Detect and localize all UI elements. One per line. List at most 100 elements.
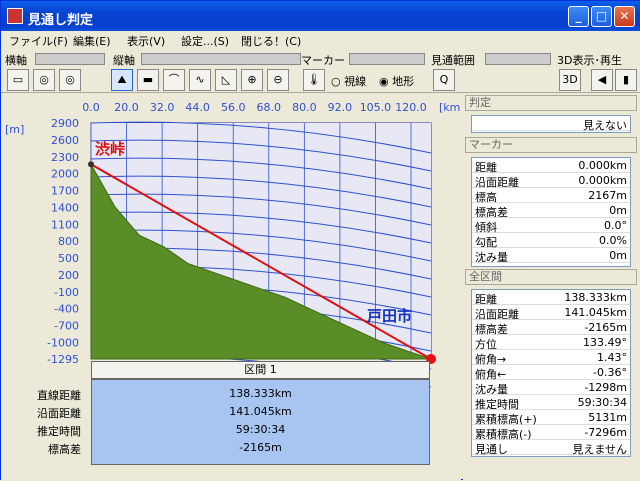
segment-value-elev: -2165m xyxy=(239,441,282,454)
zoom-in-icon[interactable]: ◎ xyxy=(33,69,55,91)
range-label: 見通範囲 xyxy=(431,54,475,67)
vertical-axis-slider[interactable] xyxy=(141,53,301,65)
window-title: 見通し判定 xyxy=(28,13,94,28)
marker-slider[interactable] xyxy=(349,53,425,65)
x-tick-label: 56.0 xyxy=(221,101,246,114)
horizontal-axis-label: 横軸 xyxy=(5,54,27,67)
radio-line-of-sight-label: 視線 xyxy=(344,75,367,88)
x-tick-label: 44.0 xyxy=(185,101,210,114)
segment-value-surface: 141.045km xyxy=(229,405,292,418)
segment-label-elev: 標高差 xyxy=(48,443,81,456)
y-tick-label: -1295 xyxy=(47,353,79,366)
toolbar: 横軸 縦軸 マーカー 見通範囲 3D表示･再生 ▭ ◎ ◎ ⛰ ▬ ⌒ ∿ ◺ … xyxy=(1,49,640,93)
y-tick-label: 1400 xyxy=(51,201,79,214)
zoom-reset-icon[interactable]: ▭ xyxy=(7,69,29,91)
vertical-axis-label: 縦軸 xyxy=(113,54,135,67)
all-box: 距離 138.333km 沿面距離 141.045km 標高差 -2165m 方位 133.4… xyxy=(471,289,631,457)
menu-edit[interactable]: 編集(E) xyxy=(73,33,111,49)
judge-box: 見えない xyxy=(471,115,631,133)
marker-row: 傾斜 0.0° xyxy=(472,218,630,234)
title-bar: 見通し判定 _ □ ✕ xyxy=(1,1,640,31)
view-3d-label: 3D xyxy=(562,73,578,86)
terrain-icon[interactable]: ⛰ xyxy=(111,69,133,91)
all-row: 沿面距離 141.045km xyxy=(472,305,630,321)
menu-bar: ファイル(F) 編集(E) 表示(V) 設定...(S) 閉じる！(C) xyxy=(1,31,640,49)
y-tick-label: 2300 xyxy=(51,151,79,164)
y-tick-label: -400 xyxy=(54,303,79,316)
right-panel: 判定 見えない マーカー 距離 0.000km 沿面距離 0.000km 標高 2167m… xyxy=(463,93,640,481)
judge-value: 見えない xyxy=(583,119,627,132)
play-forward-icon[interactable]: ▮ xyxy=(615,69,637,91)
marker-row: 距離 0.000km xyxy=(472,158,630,174)
marker-row: 沈み量 0m xyxy=(472,248,630,264)
all-row: 俯角← -0.36° xyxy=(472,365,630,381)
all-value: 138.333km xyxy=(564,291,627,304)
all-row: 累積標高(+) 5131m xyxy=(472,410,630,426)
marker-thermometer-icon[interactable]: 🌡 xyxy=(303,69,325,91)
segment-label-time: 推定時間 xyxy=(37,425,81,438)
menu-settings[interactable]: 設定...(S) xyxy=(181,33,229,49)
all-header: 全区間 xyxy=(465,269,637,285)
flat-icon[interactable]: ▬ xyxy=(137,69,159,91)
segment-header: 区間 1 xyxy=(91,361,430,379)
horizontal-axis-slider[interactable] xyxy=(35,53,105,65)
radio-terrain[interactable]: ◉ 地形 xyxy=(379,73,414,89)
menu-view[interactable]: 表示(V) xyxy=(127,33,165,49)
x-tick-label: 120.0 xyxy=(395,101,427,114)
segment-label-surface: 沿面距離 xyxy=(37,407,81,420)
all-value: 141.045km xyxy=(564,306,627,319)
main-window: 見通し判定 _ □ ✕ ファイル(F) 編集(E) 表示(V) 設定...(S)… xyxy=(0,0,640,481)
menu-file[interactable]: ファイル(F) xyxy=(9,33,68,49)
x-tick-label: 80.0 xyxy=(292,101,317,114)
marker-key: 沈み量 xyxy=(475,251,508,264)
close-button[interactable]: ✕ xyxy=(614,6,635,27)
view3d-label: 3D表示･再生 xyxy=(557,54,622,67)
end-label: 戸田市 xyxy=(367,307,412,325)
marker-value: 2167m xyxy=(588,189,627,202)
wave-icon[interactable]: ∿ xyxy=(189,69,211,91)
menu-close[interactable]: 閉じる！(C) xyxy=(241,33,301,49)
x-axis-label: [km] xyxy=(439,101,461,114)
judge-header: 判定 xyxy=(465,95,637,111)
range-slider[interactable] xyxy=(485,53,551,65)
marker-row: 標高 2167m xyxy=(472,188,630,204)
marker-row: 勾配 0.0% xyxy=(472,233,630,249)
x-tick-label: 92.0 xyxy=(328,101,353,114)
all-row: 俯角→ 1.43° xyxy=(472,350,630,366)
x-tick-label: 32.0 xyxy=(150,101,175,114)
y-tick-label: 2000 xyxy=(51,168,79,181)
app-icon xyxy=(7,8,23,24)
segment-value-time: 59:30:34 xyxy=(235,423,286,436)
slope-icon[interactable]: ◺ xyxy=(215,69,237,91)
marker-row: 沿面距離 0.000km xyxy=(472,173,630,189)
marker-header: マーカー xyxy=(465,137,637,153)
marker-value: 0.0° xyxy=(604,219,627,232)
chart-area: 0.0 20.0 32.0 44.0 56.0 68.0 80.0 92.0 105.0 120.… xyxy=(1,93,461,481)
y-tick-label: -100 xyxy=(54,286,79,299)
radio-terrain-label: 地形 xyxy=(392,75,415,88)
zoom-fit-icon[interactable]: ⊕ xyxy=(241,69,263,91)
play-back-icon[interactable]: ◀ xyxy=(591,69,613,91)
y-tick-label: 800 xyxy=(58,235,79,248)
all-row: 推定時間 59:30:34 xyxy=(472,395,630,411)
y-tick-label: 2600 xyxy=(51,134,79,147)
marker-value: 0.000km xyxy=(578,174,627,187)
minimize-button[interactable]: _ xyxy=(568,6,589,27)
y-tick-label: 500 xyxy=(58,252,79,265)
y-tick-label: 1100 xyxy=(51,218,79,231)
marker-row: 標高差 0m xyxy=(472,203,630,219)
zoom-range-icon[interactable]: ⊖ xyxy=(267,69,289,91)
marker-value: 0.0% xyxy=(599,234,627,247)
segment-label-straight: 直線距離 xyxy=(37,389,81,402)
all-row: 標高差 -2165m xyxy=(472,320,630,336)
view-3d-button[interactable]: 3D xyxy=(559,69,581,91)
zoom-out-icon[interactable]: ◎ xyxy=(59,69,81,91)
all-key: 見通し xyxy=(475,443,508,456)
radio-line-of-sight[interactable]: ○ 視線 xyxy=(331,73,366,89)
visibility-range-icon[interactable]: Q xyxy=(433,69,455,91)
curve-icon[interactable]: ⌒ xyxy=(163,69,185,91)
maximize-button[interactable]: □ xyxy=(591,6,612,27)
all-value: 見えません xyxy=(572,443,627,456)
all-value: -2165m xyxy=(584,321,627,334)
y-tick-label: 200 xyxy=(58,269,79,282)
